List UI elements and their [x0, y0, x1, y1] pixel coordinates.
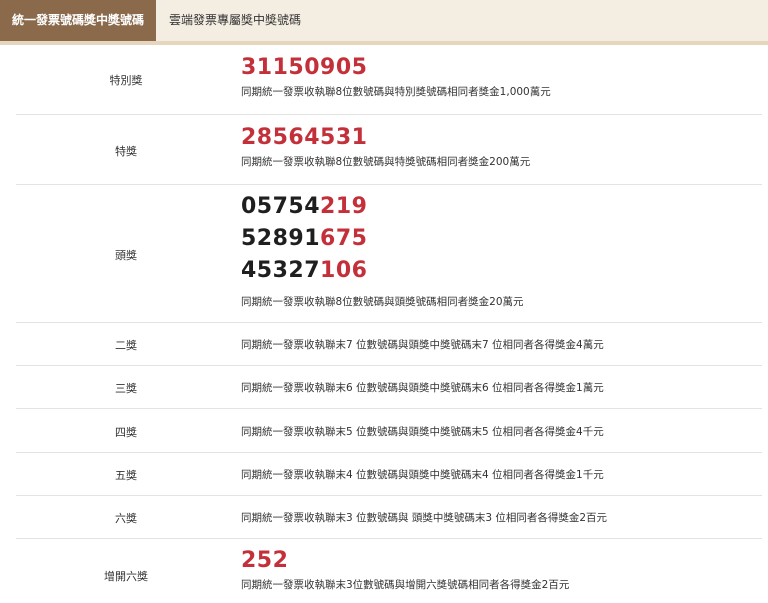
- prize-description: 同期統一發票收執聯末3位數號碼與增開六獎號碼相同者各得獎金2百元: [241, 579, 570, 591]
- prize-tab-bar: 統一發票號碼獎中獎號碼 雲端發票專屬獎中獎號碼: [0, 0, 768, 45]
- prize-label: 頭獎: [115, 249, 137, 262]
- prize-label: 增開六獎: [104, 570, 148, 583]
- prize-row-first: 頭獎 05754219 52891675 45327106 同期統一發票收執聯8…: [16, 185, 762, 323]
- prize-row-fourth: 四獎 同期統一發票收執聯末5 位數號碼與頭獎中獎號碼末5 位相同者各得獎金4千元: [16, 409, 762, 453]
- prize-description: 同期統一發票收執聯末4 位數號碼與頭獎中獎號碼末4 位相同者各得獎金1千元: [241, 469, 604, 481]
- winning-number: 52891675: [241, 226, 368, 251]
- prize-row-third: 三獎 同期統一發票收執聯末6 位數號碼與頭獎中獎號碼末6 位相同者各得獎金1萬元: [16, 366, 762, 409]
- prize-row-sixth: 六獎 同期統一發票收執聯末3 位數號碼與 頭獎中獎號碼末3 位相同者各得獎金2百…: [16, 496, 762, 539]
- prize-description: 同期統一發票收執聯末5 位數號碼與頭獎中獎號碼末5 位相同者各得獎金4千元: [241, 426, 604, 438]
- prize-label: 二獎: [115, 339, 137, 352]
- prize-label: 三獎: [115, 382, 137, 395]
- prize-description: 同期統一發票收執聯8位數號碼與頭獎號碼相同者獎金20萬元: [241, 296, 524, 308]
- prize-row-grand: 特獎 28564531 同期統一發票收執聯8位數號碼與特獎號碼相同者獎金200萬…: [16, 115, 762, 185]
- prize-description: 同期統一發票收執聯末3 位數號碼與 頭獎中獎號碼末3 位相同者各得獎金2百元: [241, 512, 608, 524]
- winning-number: 45327106: [241, 258, 368, 283]
- prize-description: 同期統一發票收執聯8位數號碼與特獎號碼相同者獎金200萬元: [241, 156, 531, 168]
- winning-number: 31150905: [241, 55, 368, 80]
- prize-label: 五獎: [115, 469, 137, 482]
- winning-number: 252: [241, 548, 289, 573]
- prize-label: 特獎: [115, 145, 137, 158]
- prize-description: 同期統一發票收執聯末6 位數號碼與頭獎中獎號碼末6 位相同者各得獎金1萬元: [241, 382, 604, 394]
- winning-number: 05754219: [241, 194, 368, 219]
- winning-number: 28564531: [241, 125, 368, 150]
- prize-label: 特別獎: [109, 74, 143, 87]
- tab-invoice-winning-numbers[interactable]: 統一發票號碼獎中獎號碼: [0, 0, 156, 41]
- prize-row-fifth: 五獎 同期統一發票收執聯末4 位數號碼與頭獎中獎號碼末4 位相同者各得獎金1千元: [16, 453, 762, 496]
- prize-label: 四獎: [115, 426, 137, 439]
- prize-row-second: 二獎 同期統一發票收執聯末7 位數號碼與頭獎中獎號碼末7 位相同者各得獎金4萬元: [16, 323, 762, 366]
- prize-description: 同期統一發票收執聯8位數號碼與特別獎號碼相同者獎金1,000萬元: [241, 86, 551, 98]
- prize-row-additional-sixth: 增開六獎 252 同期統一發票收執聯末3位數號碼與增開六獎號碼相同者各得獎金2百…: [16, 539, 762, 601]
- tab-cloud-invoice-winning-numbers[interactable]: 雲端發票專屬獎中獎號碼: [157, 0, 313, 41]
- prize-label: 六獎: [115, 512, 137, 525]
- prize-row-special: 特別獎 31150905 同期統一發票收執聯8位數號碼與特別獎號碼相同者獎金1,…: [16, 45, 762, 115]
- prize-description: 同期統一發票收執聯末7 位數號碼與頭獎中獎號碼末7 位相同者各得獎金4萬元: [241, 339, 604, 351]
